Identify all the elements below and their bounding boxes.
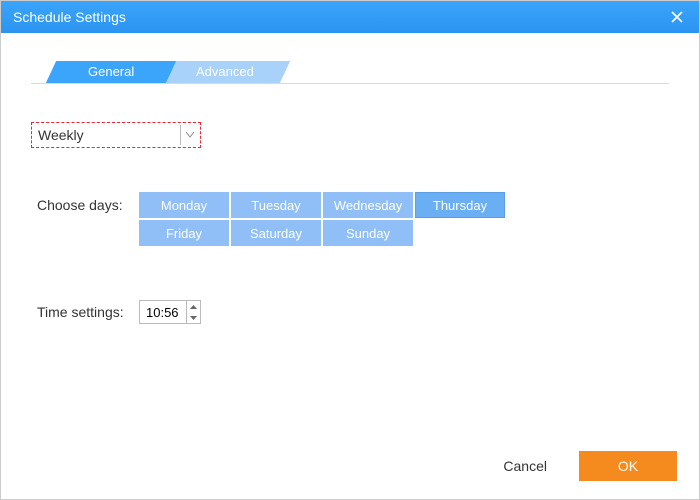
tab-advanced[interactable]: Advanced — [160, 61, 290, 83]
footer: Cancel OK — [495, 451, 677, 481]
choose-days-label: Choose days: — [31, 192, 139, 213]
titlebar: Schedule Settings — [1, 1, 699, 33]
time-value: 10:56 — [146, 305, 179, 320]
tab-general[interactable]: General — [46, 61, 176, 83]
cancel-button[interactable]: Cancel — [495, 452, 555, 480]
spinner-up-icon[interactable] — [187, 301, 200, 312]
chevron-down-icon — [180, 125, 198, 145]
window-title: Schedule Settings — [13, 9, 126, 25]
days-grid: Monday Tuesday Wednesday Thursday Friday… — [139, 192, 505, 246]
schedule-type-value: Weekly — [38, 127, 84, 143]
time-settings-label: Time settings: — [31, 304, 139, 320]
day-friday[interactable]: Friday — [139, 220, 229, 246]
time-spinner — [186, 301, 200, 323]
close-icon[interactable] — [667, 7, 687, 28]
day-wednesday[interactable]: Wednesday — [323, 192, 413, 218]
tab-advanced-label: Advanced — [196, 61, 254, 83]
spinner-down-icon[interactable] — [187, 312, 200, 323]
tab-row: General Advanced — [31, 61, 669, 84]
day-tuesday[interactable]: Tuesday — [231, 192, 321, 218]
day-sunday[interactable]: Sunday — [323, 220, 413, 246]
schedule-type-dropdown[interactable]: Weekly — [31, 122, 201, 148]
day-monday[interactable]: Monday — [139, 192, 229, 218]
time-input[interactable]: 10:56 — [139, 300, 201, 324]
tab-general-label: General — [88, 61, 134, 83]
day-saturday[interactable]: Saturday — [231, 220, 321, 246]
ok-button[interactable]: OK — [579, 451, 677, 481]
day-thursday[interactable]: Thursday — [415, 192, 505, 218]
